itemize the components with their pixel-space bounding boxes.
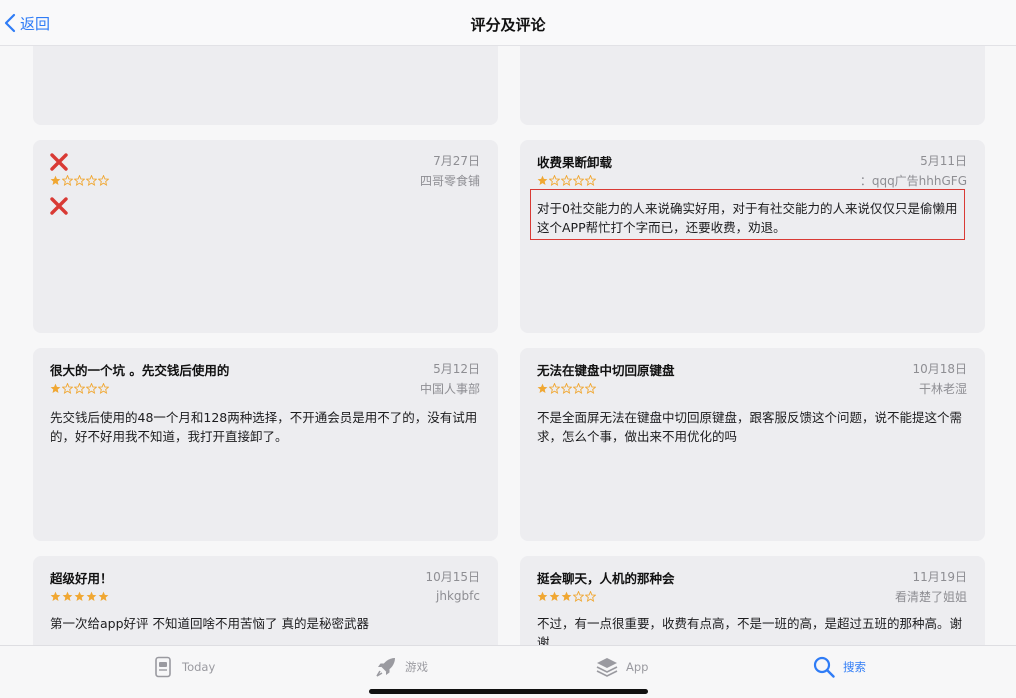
star-empty-icon (585, 590, 596, 602)
star-empty-icon (74, 174, 85, 186)
tab-games[interactable]: 游戏 (375, 656, 428, 678)
home-indicator (369, 689, 648, 694)
star-filled-icon (62, 591, 73, 601)
tab-search[interactable]: 搜索 (813, 656, 866, 678)
star-empty-icon (98, 382, 109, 394)
review-author: 四哥零食铺 (419, 173, 480, 188)
tab-label: 搜索 (843, 660, 866, 674)
review-author: 看清楚了姐姐 (894, 589, 967, 604)
review-body: 不是全面屏无法在键盘中切回原键盘，跟客服反馈这个问题，说不能提这个需求，怎么个事… (537, 410, 963, 444)
star-filled-icon (98, 591, 109, 601)
star-rating (50, 174, 109, 186)
tab-label: 游戏 (405, 660, 428, 674)
page-title: 评分及评论 (470, 16, 546, 34)
tab-today[interactable]: Today (152, 656, 215, 678)
review-author: 中国人事部 (419, 381, 480, 396)
star-filled-icon (86, 591, 97, 601)
star-filled-icon (74, 591, 85, 601)
star-filled-icon (549, 591, 560, 601)
review-author: ：qqq广告hhhGFG (859, 173, 967, 188)
review-date: 7月27日 (433, 154, 480, 168)
star-empty-icon (86, 382, 97, 394)
star-empty-icon (585, 174, 596, 186)
review-title: 无法在键盘中切回原键盘 (537, 363, 675, 378)
review-date: 5月11日 (920, 154, 967, 168)
star-empty-icon (573, 382, 584, 394)
review-title: 很大的一个坑 。先交钱后使用的 (50, 363, 230, 378)
review-card[interactable]: 无法在键盘中切回原键盘 10月18日 干林老湿 不是全面屏无法在键盘中切回原键盘… (520, 348, 985, 541)
star-rating (50, 382, 109, 394)
star-rating (537, 174, 596, 186)
star-empty-icon (573, 174, 584, 186)
review-card[interactable]: 7月27日 四哥零食铺 (33, 140, 498, 333)
review-date: 5月12日 (433, 362, 480, 376)
review-card[interactable]: 很大的一个坑 。先交钱后使用的 5月12日 中国人事部 先交钱后使用的48一个月… (33, 348, 498, 541)
tab-label: Today (182, 660, 216, 674)
review-title: 挺会聊天，人机的那种会 (537, 571, 675, 586)
star-filled-icon (537, 591, 548, 601)
star-empty-icon (561, 174, 572, 186)
apps-stack-icon (596, 658, 618, 677)
review-date: 11月19日 (912, 570, 967, 584)
star-empty-icon (74, 382, 85, 394)
review-body: 对于0社交能力的人来说确实好用，对于有社交能力的人来说仅仅只是偷懒用这个APP帮… (537, 201, 958, 235)
star-empty-icon (549, 382, 560, 394)
star-filled-icon (50, 591, 61, 601)
review-date: 10月18日 (912, 362, 967, 376)
review-author: jhkgbfc (436, 589, 480, 603)
star-filled-icon (537, 175, 548, 185)
star-empty-icon (573, 590, 584, 602)
review-date: 10月15日 (425, 570, 480, 584)
review-title: 超级好用！ (50, 571, 113, 586)
star-empty-icon (561, 382, 572, 394)
search-icon (813, 656, 835, 678)
x-icon (50, 153, 68, 171)
review-title: 收费果断卸载 (537, 155, 613, 170)
star-empty-icon (98, 174, 109, 186)
star-rating (537, 590, 596, 602)
star-rating (537, 382, 596, 394)
star-empty-icon (549, 174, 560, 186)
review-card[interactable]: 收费果断卸载 5月11日 ：qqq广告hhhGFG 对于0社交能力的人来说确实好… (520, 140, 985, 333)
review-body: 先交钱后使用的48一个月和128两种选择，不开通会员是用不了的，没有试用的，好不… (50, 410, 478, 444)
star-filled-icon (561, 591, 572, 601)
today-icon (155, 656, 171, 678)
x-icon (50, 197, 68, 215)
star-filled-icon (50, 175, 61, 185)
star-rating (50, 591, 109, 602)
nav-bar: 返回 评分及评论 (0, 0, 1016, 46)
review-author: 干林老湿 (918, 381, 967, 396)
star-filled-icon (537, 383, 548, 393)
rocket-icon (376, 658, 395, 677)
star-empty-icon (62, 382, 73, 394)
tab-apps[interactable]: App (596, 656, 648, 678)
tab-label: App (626, 660, 649, 674)
star-empty-icon (585, 382, 596, 394)
star-filled-icon (50, 383, 61, 393)
review-body: 第一次给app好评 不知道回啥不用苦恼了 真的是秘密武器 (50, 616, 369, 631)
star-empty-icon (86, 174, 97, 186)
star-empty-icon (62, 174, 73, 186)
